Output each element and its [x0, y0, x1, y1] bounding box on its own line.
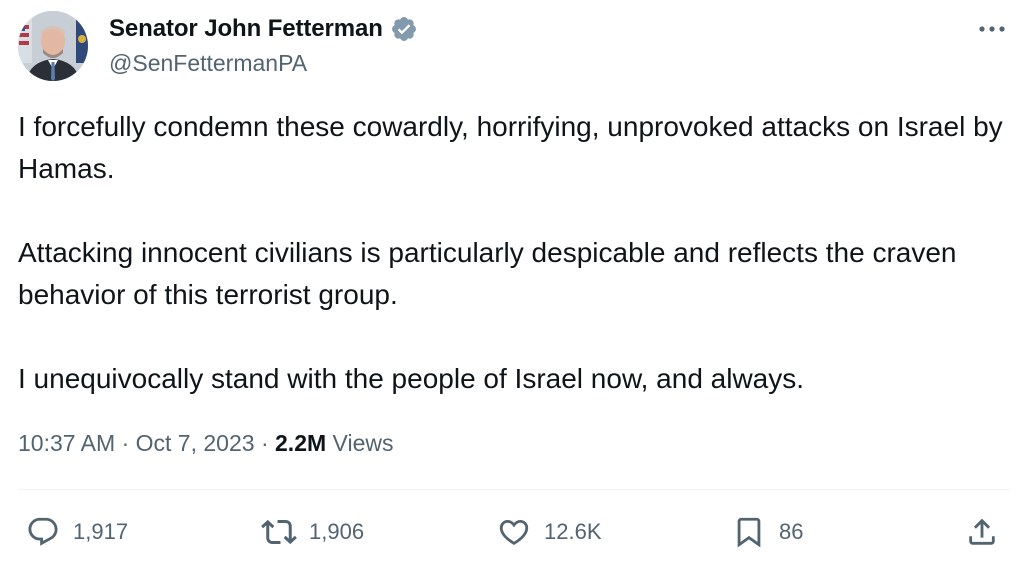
- author-handle[interactable]: @SenFettermanPA: [109, 50, 307, 77]
- divider: [18, 489, 1010, 490]
- more-options-button[interactable]: [974, 14, 1010, 44]
- like-count: 12.6K: [544, 519, 602, 544]
- retweet-button[interactable]: 1,906: [261, 512, 364, 552]
- tweet-card: Senator John Fetterman @SenFettermanPA I…: [0, 0, 1030, 563]
- avatar-image: [18, 11, 88, 81]
- views-label: Views: [332, 430, 394, 456]
- views-count: 2.2M: [275, 430, 327, 456]
- share-button[interactable]: [964, 512, 1000, 552]
- meta-separator: ·: [260, 430, 269, 456]
- reply-count: 1,917: [73, 519, 129, 544]
- like-button[interactable]: 12.6K: [496, 512, 602, 552]
- tweet-date[interactable]: Oct 7, 2023: [136, 430, 255, 456]
- tweet-time[interactable]: 10:37 AM: [18, 430, 115, 456]
- tweet-metadata: 10:37 AM · Oct 7, 2023 · 2.2M Views: [18, 430, 393, 457]
- share-icon: [964, 514, 1000, 550]
- author-name-row: Senator John Fetterman: [109, 14, 418, 44]
- verified-badge-icon: [390, 15, 418, 43]
- tweet-paragraph: Attacking innocent civilians is particul…: [18, 237, 957, 310]
- bookmark-icon: [731, 514, 767, 550]
- tweet-paragraph: I unequivocally stand with the people of…: [18, 363, 805, 394]
- bookmark-count: 86: [779, 519, 804, 544]
- reply-button[interactable]: 1,917: [25, 512, 128, 552]
- avatar[interactable]: [18, 11, 88, 81]
- bookmark-button[interactable]: 86: [731, 512, 803, 552]
- author-display-name[interactable]: Senator John Fetterman: [109, 15, 383, 43]
- retweet-icon: [261, 514, 297, 550]
- tweet-paragraph: I forcefully condemn these cowardly, hor…: [18, 111, 1003, 184]
- tweet-text: I forcefully condemn these cowardly, hor…: [18, 106, 1008, 400]
- retweet-count: 1,906: [309, 519, 365, 544]
- more-dots-icon: [979, 26, 1005, 32]
- heart-icon: [496, 514, 532, 550]
- meta-separator: ·: [121, 430, 130, 456]
- reply-icon: [25, 514, 61, 550]
